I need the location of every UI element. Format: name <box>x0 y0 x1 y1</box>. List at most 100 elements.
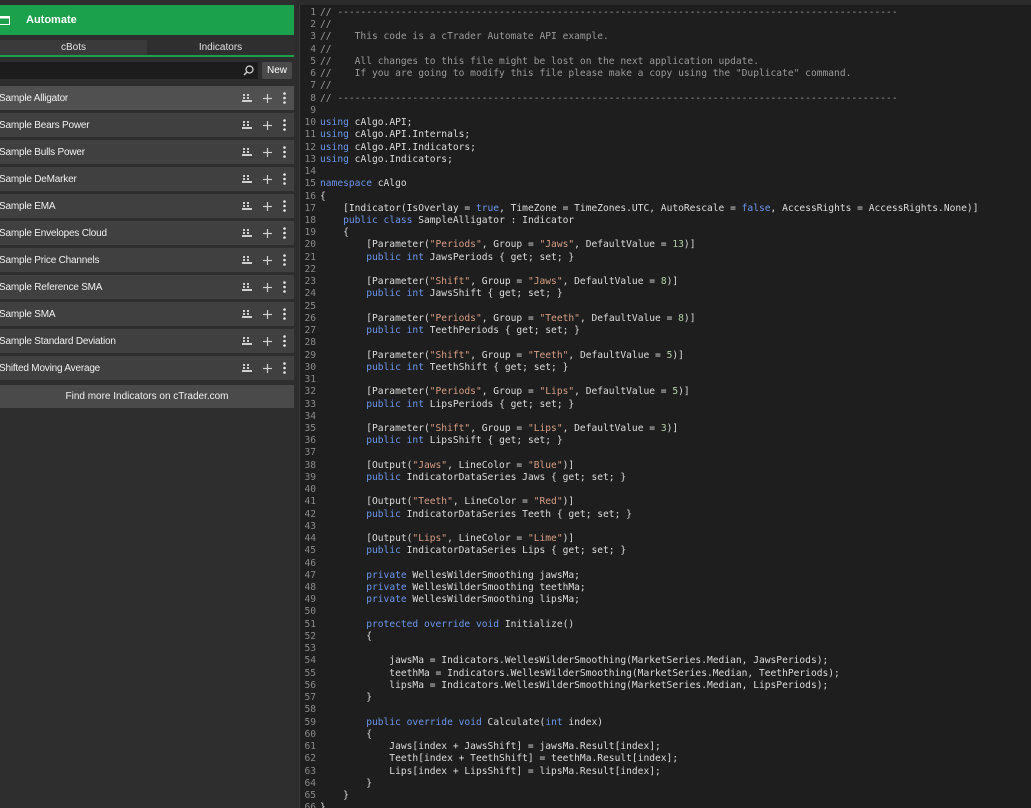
code-line: 6 // If you are going to modify this file… <box>300 68 1031 80</box>
plus-icon[interactable] <box>263 93 272 103</box>
line-number: 19 <box>304 227 316 239</box>
cloud-icon[interactable] <box>242 309 252 319</box>
list-item[interactable]: Sample Standard Deviation <box>0 329 294 353</box>
list-item-label: Sample Standard Deviation <box>0 335 116 347</box>
kebab-icon[interactable] <box>283 281 286 293</box>
cloud-icon[interactable] <box>242 174 252 184</box>
cloud-icon[interactable] <box>242 363 252 373</box>
list-item[interactable]: Sample Alligator <box>0 86 294 110</box>
kebab-icon[interactable] <box>283 362 286 374</box>
line-number: 17 <box>304 202 316 214</box>
row-actions <box>242 248 286 272</box>
kebab-icon[interactable] <box>283 146 286 158</box>
code-line: 12 using cAlgo.API.Indicators; <box>300 142 1031 154</box>
list-item[interactable]: Sample Bears Power <box>0 113 294 137</box>
list-item[interactable]: Sample DeMarker <box>0 167 294 191</box>
automate-header[interactable]: Automate <box>0 5 294 35</box>
row-actions <box>242 86 286 110</box>
line-number: 42 <box>304 508 316 520</box>
kebab-icon[interactable] <box>283 200 286 212</box>
new-button[interactable]: New <box>262 62 292 79</box>
line-number: 53 <box>304 643 316 655</box>
line-number: 18 <box>304 214 316 226</box>
kebab-icon[interactable] <box>283 254 286 266</box>
kebab-icon[interactable] <box>283 119 286 131</box>
plus-icon[interactable] <box>263 309 272 319</box>
code-text: Lips[index + LipsShift] = lipsMa.Result[… <box>320 765 661 777</box>
line-number: 49 <box>304 594 316 606</box>
code-text: [Output("Lips", LineColor = "Lime")] <box>320 533 575 545</box>
cloud-icon[interactable] <box>242 282 252 292</box>
plus-icon[interactable] <box>263 336 272 346</box>
cloud-icon[interactable] <box>242 93 252 103</box>
search-icon[interactable] <box>243 65 254 76</box>
cloud-icon[interactable] <box>242 201 252 211</box>
cloud-icon[interactable] <box>242 147 252 157</box>
list-item[interactable]: Sample Bulls Power <box>0 140 294 164</box>
plus-icon[interactable] <box>263 228 272 238</box>
code-text: [Parameter("Periods", Group = "Teeth", D… <box>320 312 696 324</box>
plus-icon[interactable] <box>263 120 272 130</box>
plus-icon[interactable] <box>263 282 272 292</box>
tab-cbots[interactable]: cBots <box>0 40 147 55</box>
line-number: 64 <box>304 777 316 789</box>
cloud-icon[interactable] <box>242 336 252 346</box>
code-line: 66} <box>300 802 1031 808</box>
list-item-label: Sample EMA <box>0 200 56 212</box>
list-item[interactable]: Sample Reference SMA <box>0 275 294 299</box>
code-line: 37 <box>300 447 1031 459</box>
tab-indicators[interactable]: Indicators <box>147 40 294 55</box>
code-line: 7 // <box>300 80 1031 92</box>
list-item[interactable]: Sample SMA <box>0 302 294 326</box>
line-number: 51 <box>304 618 316 630</box>
line-number: 34 <box>304 410 316 422</box>
plus-icon[interactable] <box>263 255 272 265</box>
line-number: 9 <box>310 104 316 116</box>
line-number: 24 <box>304 288 316 300</box>
line-number: 23 <box>304 276 316 288</box>
line-number: 30 <box>304 361 316 373</box>
code-line: 5 // All changes to this file might be lo… <box>300 56 1031 68</box>
plus-icon[interactable] <box>263 363 272 373</box>
cloud-icon[interactable] <box>242 228 252 238</box>
code-text: { <box>320 630 372 642</box>
code-line: 23 [Parameter("Shift", Group = "Jaws", D… <box>300 276 1031 288</box>
line-number: 46 <box>304 557 316 569</box>
kebab-icon[interactable] <box>283 308 286 320</box>
cloud-icon[interactable] <box>242 255 252 265</box>
code-text: Teeth[index + TeethShift] = teethMa.Resu… <box>320 753 679 765</box>
kebab-icon[interactable] <box>283 92 286 104</box>
code-line: 10 using cAlgo.API; <box>300 117 1031 129</box>
kebab-icon[interactable] <box>283 335 286 347</box>
plus-icon[interactable] <box>263 201 272 211</box>
code-text: [Parameter("Periods", Group = "Jaws", De… <box>320 239 696 251</box>
code-line: 53 <box>300 643 1031 655</box>
code-line: 30 public int TeethShift { get; set; } <box>300 362 1031 374</box>
code-text: using cAlgo.Indicators; <box>320 153 453 165</box>
code-line: 39 public IndicatorDataSeries Jaws { get… <box>300 472 1031 484</box>
line-number: 35 <box>304 422 316 434</box>
code-line: 55 teethMa = Indicators.WellesWilderSmoo… <box>300 668 1031 680</box>
kebab-icon[interactable] <box>283 173 286 185</box>
code-text: jawsMa = Indicators.WellesWilderSmoothin… <box>320 655 829 667</box>
line-number: 6 <box>310 68 316 80</box>
list-item[interactable]: Shifted Moving Average <box>0 356 294 380</box>
list-item[interactable]: Sample Envelopes Cloud <box>0 221 294 245</box>
line-number: 13 <box>304 153 316 165</box>
list-item[interactable]: Sample Price Channels <box>0 248 294 272</box>
plus-icon[interactable] <box>263 147 272 157</box>
code-line: 24 public int JawsShift { get; set; } <box>300 288 1031 300</box>
search-input[interactable] <box>0 62 258 79</box>
code-line: 60 { <box>300 729 1031 741</box>
code-line: 26 [Parameter("Periods", Group = "Teeth"… <box>300 313 1031 325</box>
cloud-icon[interactable] <box>242 120 252 130</box>
code-line: 4 // <box>300 44 1031 56</box>
code-line: 51 protected override void Initialize() <box>300 619 1031 631</box>
plus-icon[interactable] <box>263 174 272 184</box>
code-editor[interactable]: 1 // ------------------------------------… <box>299 5 1031 808</box>
find-more-button[interactable]: Find more Indicators on cTrader.com <box>0 385 294 408</box>
line-number: 25 <box>304 300 316 312</box>
row-actions <box>242 194 286 218</box>
list-item[interactable]: Sample EMA <box>0 194 294 218</box>
kebab-icon[interactable] <box>283 227 286 239</box>
